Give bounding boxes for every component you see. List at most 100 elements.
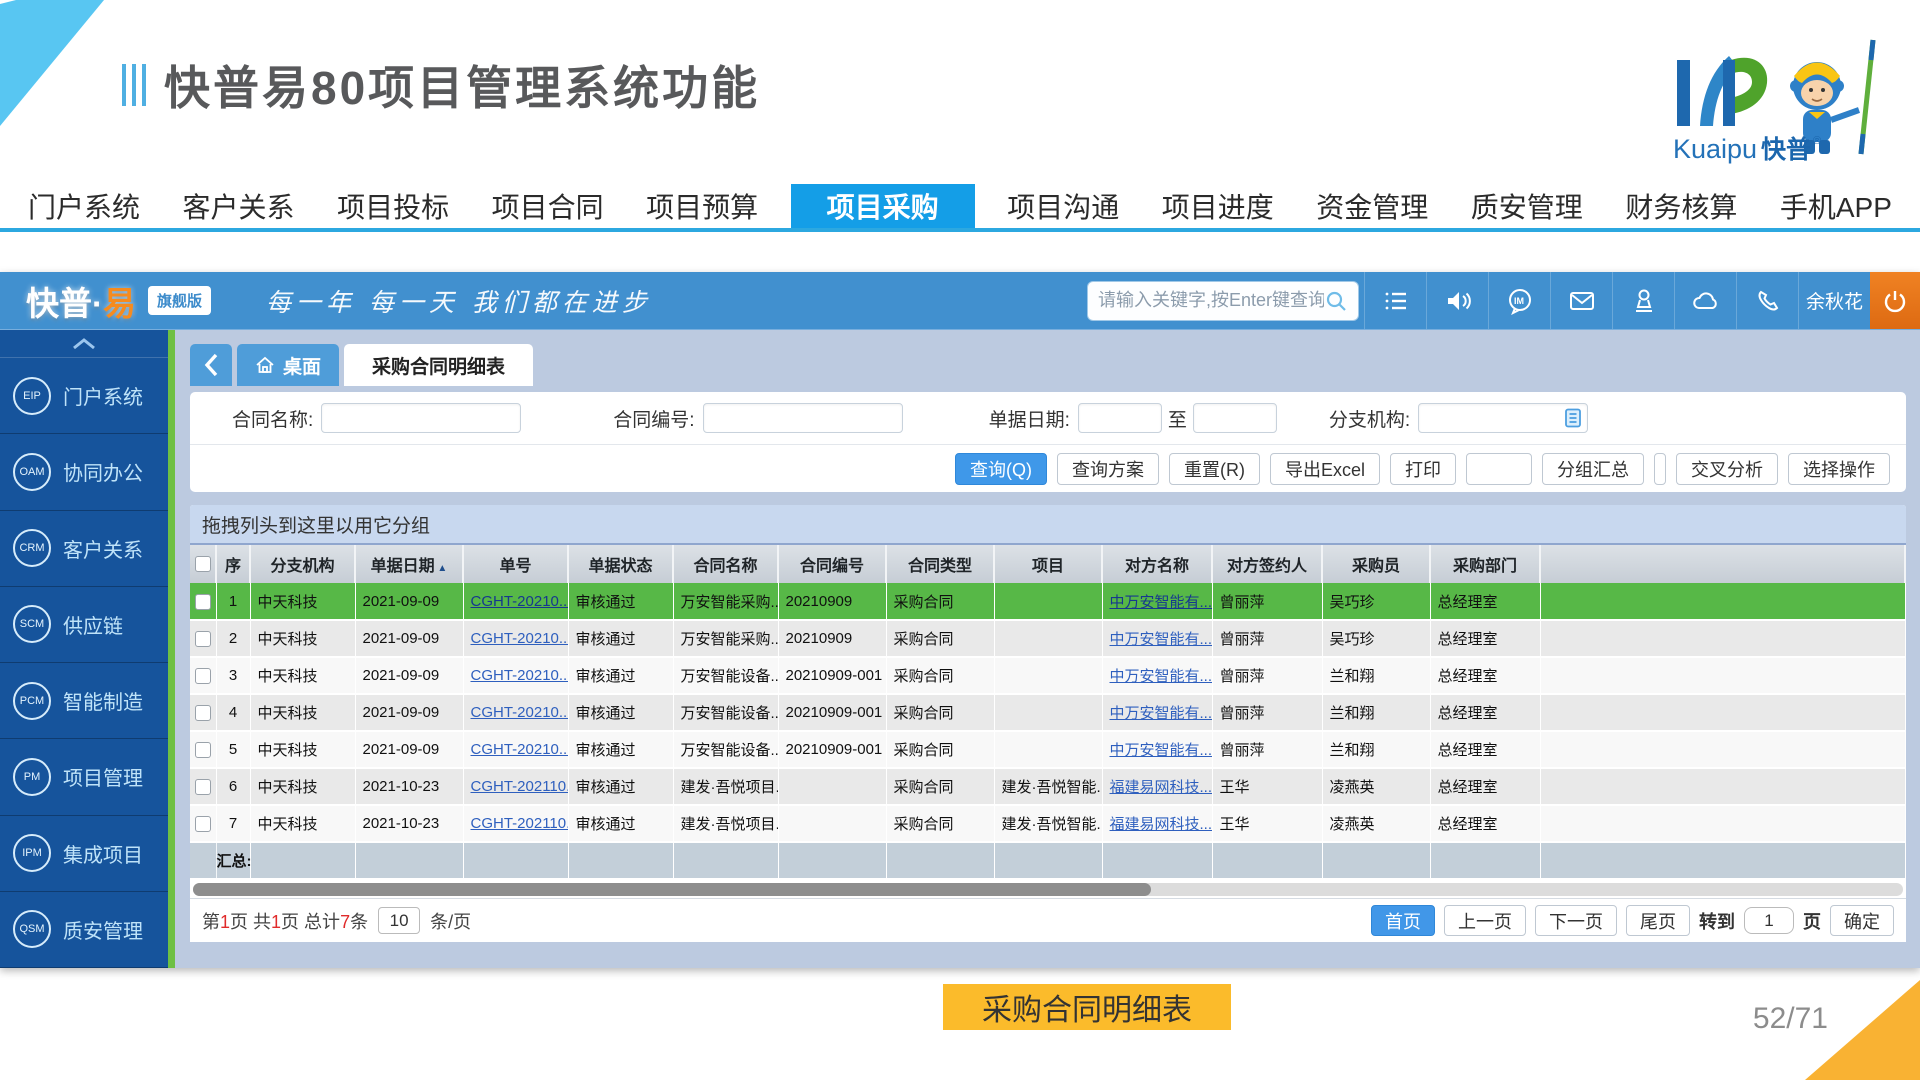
nav-item-progress[interactable]: 项目进度 xyxy=(1152,184,1284,228)
cell-link[interactable]: CGHT-202110... xyxy=(471,815,569,832)
column-header-5[interactable]: 合同名称 xyxy=(673,545,778,583)
row-checkbox[interactable] xyxy=(195,631,211,647)
cell-link[interactable]: 中万安智能有... xyxy=(1110,631,1213,648)
page-size-input[interactable] xyxy=(378,907,420,934)
table-row[interactable]: 6中天科技2021-10-23CGHT-202110...审核通过建发·吾悦项目… xyxy=(190,768,1905,805)
cell-link[interactable]: 中万安智能有... xyxy=(1110,705,1213,722)
confirm-button[interactable]: 确定 xyxy=(1830,905,1894,936)
nav-item-contract[interactable]: 项目合同 xyxy=(482,184,614,228)
doc-date-from-input[interactable] xyxy=(1078,403,1162,433)
select-all-checkbox[interactable] xyxy=(195,556,211,572)
row-checkbox[interactable] xyxy=(195,779,211,795)
cell-link[interactable]: CGHT-202110... xyxy=(471,778,569,795)
nav-item-portal[interactable]: 门户系统 xyxy=(18,184,150,228)
table-row[interactable]: 2中天科技2021-09-09CGHT-20210...审核通过万安智能采购..… xyxy=(190,620,1905,657)
mail-icon[interactable] xyxy=(1550,272,1612,329)
tab-purchase-contract-detail[interactable]: 采购合同明细表 xyxy=(344,344,533,386)
reset-button[interactable]: 重置(R) xyxy=(1169,453,1260,485)
sidebar-item-pcm[interactable]: PCM智能制造 xyxy=(0,663,168,739)
column-header-10[interactable]: 对方签约人 xyxy=(1212,545,1322,583)
row-checkbox[interactable] xyxy=(195,594,211,610)
cell-link[interactable]: CGHT-20210... xyxy=(471,593,569,610)
column-header-11[interactable]: 采购员 xyxy=(1322,545,1430,583)
sidebar-item-qsm[interactable]: QSM质安管理 xyxy=(0,892,168,968)
phone-icon[interactable] xyxy=(1736,272,1798,329)
header-search[interactable] xyxy=(1088,282,1358,320)
current-user[interactable]: 余秋花 xyxy=(1798,272,1870,329)
menu-list-icon[interactable] xyxy=(1364,272,1426,329)
cell-link[interactable]: 中万安智能有... xyxy=(1110,594,1213,611)
cell-link[interactable]: 福建易网科技... xyxy=(1110,779,1213,796)
first-page-button[interactable]: 首页 xyxy=(1371,905,1435,936)
table-row[interactable]: 3中天科技2021-09-09CGHT-20210...审核通过万安智能设备..… xyxy=(190,657,1905,694)
column-header-7[interactable]: 合同类型 xyxy=(886,545,994,583)
next-page-button[interactable]: 下一页 xyxy=(1535,905,1617,936)
logout-power-icon[interactable] xyxy=(1870,272,1920,329)
sidebar-item-eip[interactable]: EIP门户系统 xyxy=(0,358,168,434)
sidebar-item-scm[interactable]: SCM供应链 xyxy=(0,587,168,663)
nav-item-procurement[interactable]: 项目采购 xyxy=(791,184,975,228)
print-button[interactable]: 打印 xyxy=(1390,453,1456,485)
nav-item-budget[interactable]: 项目预算 xyxy=(636,184,768,228)
last-page-button[interactable]: 尾页 xyxy=(1626,905,1690,936)
query-plan-button[interactable]: 查询方案 xyxy=(1057,453,1159,485)
cell-link[interactable]: CGHT-20210... xyxy=(471,741,569,758)
row-checkbox[interactable] xyxy=(195,705,211,721)
cell-link[interactable]: CGHT-20210... xyxy=(471,630,569,647)
sidebar-item-crm[interactable]: CRM客户关系 xyxy=(0,511,168,587)
sidebar-item-oam[interactable]: OAM协同办公 xyxy=(0,434,168,510)
table-row[interactable]: 1中天科技2021-09-09CGHT-20210...审核通过万安智能采购..… xyxy=(190,583,1905,620)
cross-analysis-button[interactable]: 交叉分析 xyxy=(1676,453,1778,485)
row-checkbox[interactable] xyxy=(195,816,211,832)
nav-item-communication[interactable]: 项目沟通 xyxy=(997,184,1129,228)
cell-link[interactable]: 中万安智能有... xyxy=(1110,742,1213,759)
row-checkbox[interactable] xyxy=(195,742,211,758)
nav-item-crm[interactable]: 客户关系 xyxy=(173,184,305,228)
goto-page-input[interactable] xyxy=(1744,907,1794,934)
table-row[interactable]: 4中天科技2021-09-09CGHT-20210...审核通过万安智能设备..… xyxy=(190,694,1905,731)
horizontal-scrollbar[interactable] xyxy=(193,883,1903,896)
cell-link[interactable]: 中万安智能有... xyxy=(1110,668,1213,685)
table-row[interactable]: 7中天科技2021-10-23CGHT-202110...审核通过建发·吾悦项目… xyxy=(190,805,1905,842)
cloud-icon[interactable] xyxy=(1674,272,1736,329)
prev-page-button[interactable]: 上一页 xyxy=(1444,905,1526,936)
speaker-icon[interactable] xyxy=(1426,272,1488,329)
row-checkbox[interactable] xyxy=(195,668,211,684)
nav-item-bidding[interactable]: 项目投标 xyxy=(327,184,459,228)
column-header-8[interactable]: 项目 xyxy=(994,545,1102,583)
tab-desktop[interactable]: 桌面 xyxy=(237,344,339,386)
sidebar-item-pm[interactable]: PM项目管理 xyxy=(0,739,168,815)
im-chat-icon[interactable]: IM xyxy=(1488,272,1550,329)
doc-date-to-input[interactable] xyxy=(1193,403,1277,433)
nav-item-mobile-app[interactable]: 手机APP xyxy=(1770,184,1902,228)
export-excel-button[interactable]: 导出Excel xyxy=(1270,453,1380,485)
scrollbar-thumb[interactable] xyxy=(193,883,1151,896)
column-header-12[interactable]: 采购部门 xyxy=(1430,545,1540,583)
cell-link[interactable]: CGHT-20210... xyxy=(471,704,569,721)
branch-picker-icon[interactable] xyxy=(1563,407,1583,429)
back-button[interactable] xyxy=(190,344,232,386)
stamp-icon[interactable] xyxy=(1612,272,1674,329)
contract-code-input[interactable] xyxy=(703,403,903,433)
column-header-1[interactable]: 分支机构 xyxy=(250,545,355,583)
blank-button[interactable] xyxy=(1466,453,1532,485)
column-header-3[interactable]: 单号 xyxy=(463,545,568,583)
contract-name-input[interactable] xyxy=(321,403,521,433)
column-header-4[interactable]: 单据状态 xyxy=(568,545,673,583)
query-button[interactable]: 查询(Q) xyxy=(955,453,1047,485)
nav-item-finance[interactable]: 财务核算 xyxy=(1615,184,1747,228)
table-row[interactable]: 5中天科技2021-09-09CGHT-20210...审核通过万安智能设备..… xyxy=(190,731,1905,768)
cell-link[interactable]: 福建易网科技... xyxy=(1110,816,1213,833)
cell-link[interactable]: CGHT-20210... xyxy=(471,667,569,684)
blank-button-small[interactable] xyxy=(1654,453,1666,485)
group-summary-button[interactable]: 分组汇总 xyxy=(1542,453,1644,485)
sidebar-item-ipm[interactable]: IPM集成项目 xyxy=(0,816,168,892)
column-header-2[interactable]: 单据日期 ▲ xyxy=(355,545,463,583)
column-header-9[interactable]: 对方名称 xyxy=(1102,545,1212,583)
select-operation-button[interactable]: 选择操作 xyxy=(1788,453,1890,485)
column-header-0[interactable]: 序 xyxy=(216,545,250,583)
sidebar-collapse-chevron-icon[interactable] xyxy=(0,330,168,358)
column-header-6[interactable]: 合同编号 xyxy=(778,545,886,583)
nav-item-funds[interactable]: 资金管理 xyxy=(1306,184,1438,228)
search-input[interactable] xyxy=(1098,290,1324,311)
